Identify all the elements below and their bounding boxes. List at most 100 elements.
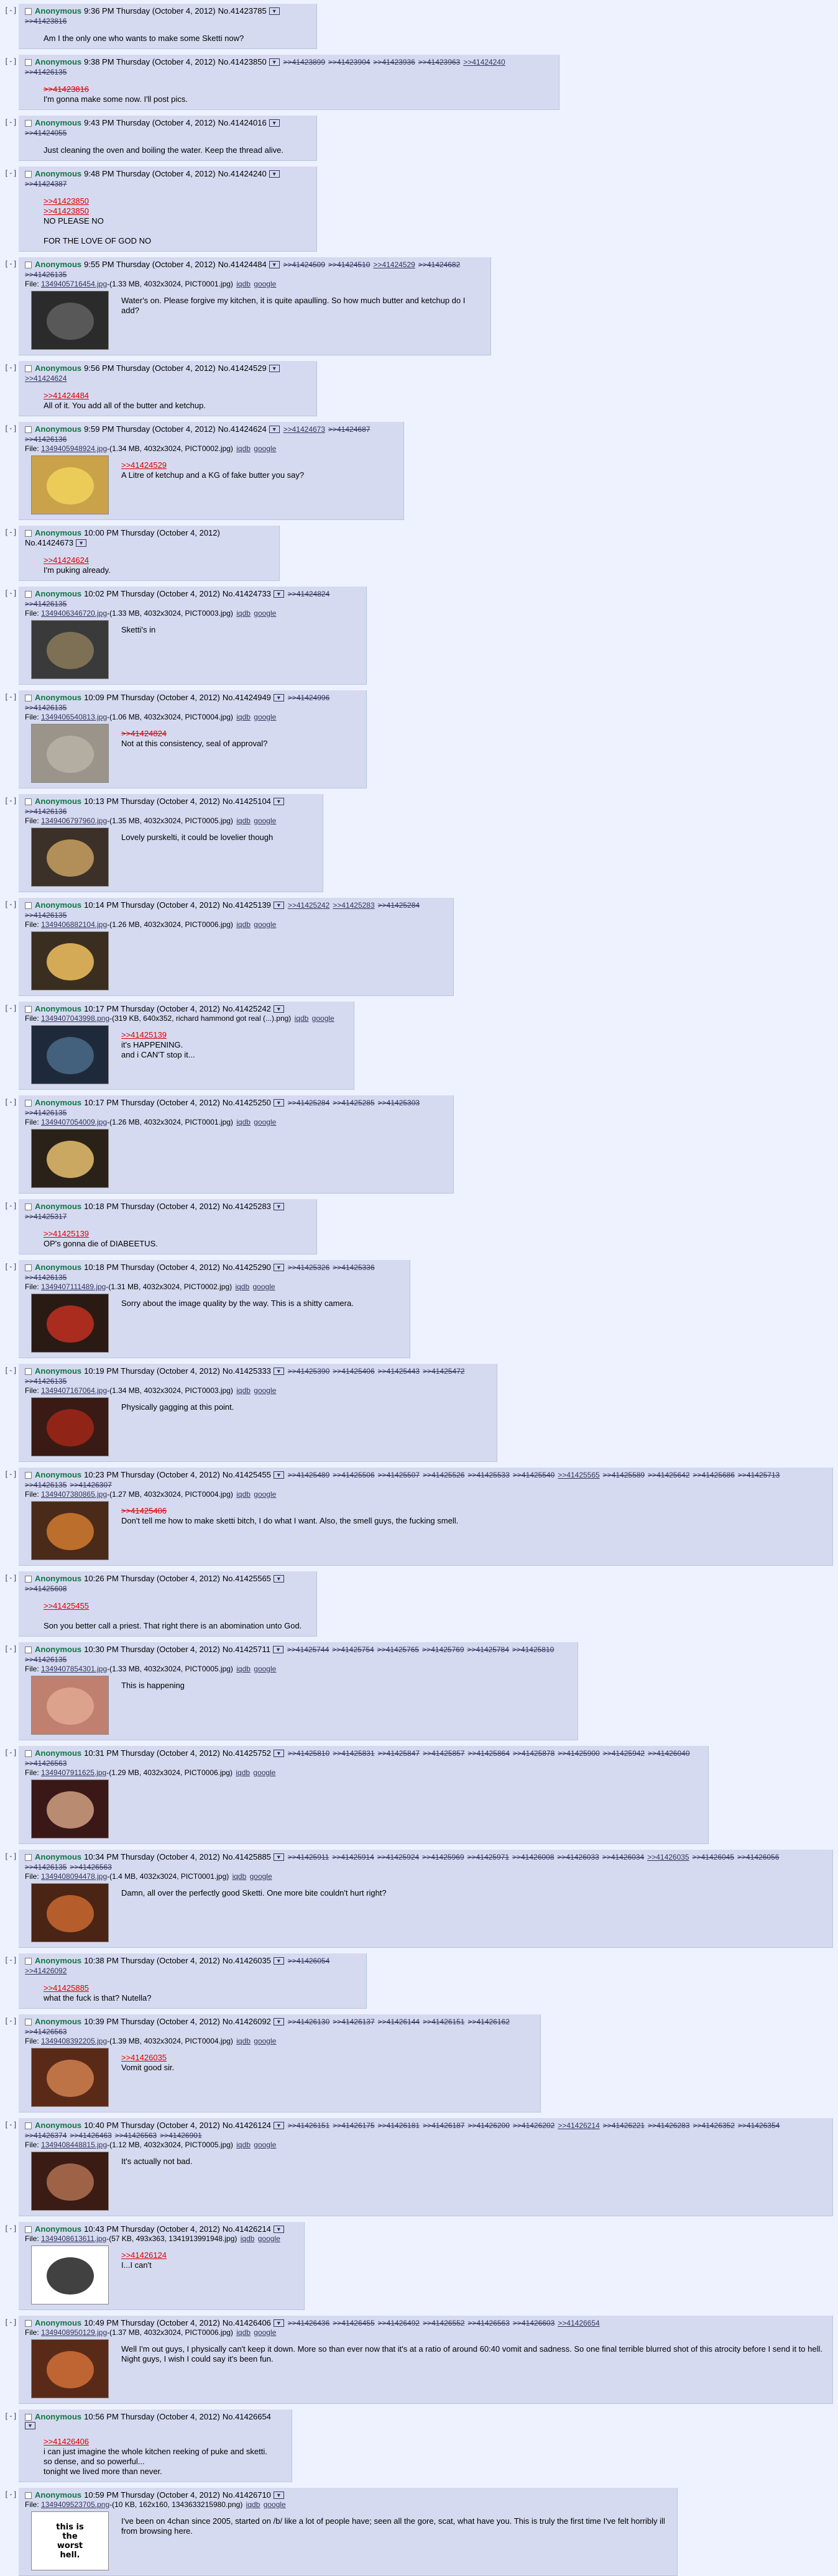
image-search-link[interactable]: google xyxy=(258,2234,280,2243)
collapse-toggle[interactable]: [ - ] xyxy=(0,794,19,805)
post-number[interactable]: No.41426214 xyxy=(223,2224,271,2234)
collapse-toggle[interactable]: [ - ] xyxy=(0,690,19,701)
backlink[interactable]: >>41426181 xyxy=(378,2121,420,2131)
collapse-toggle[interactable]: [ - ] xyxy=(0,1953,19,1964)
backlink[interactable]: >>41425303 xyxy=(378,1098,420,1108)
post-menu-button[interactable]: ▼ xyxy=(269,119,280,127)
collapse-toggle[interactable]: [ - ] xyxy=(0,1850,19,1860)
file-thumbnail[interactable] xyxy=(31,455,109,514)
backlink[interactable]: >>41426352 xyxy=(693,2121,735,2131)
select-checkbox[interactable] xyxy=(25,2018,32,2026)
post-menu-button[interactable]: ▼ xyxy=(273,2018,284,2026)
post-number[interactable]: No.41425290 xyxy=(223,1263,271,1272)
backlink[interactable]: >>41425526 xyxy=(423,1470,464,1480)
backlink[interactable]: >>41424996 xyxy=(288,693,329,703)
post-number[interactable]: No.41425565 xyxy=(223,1574,271,1584)
backlink[interactable]: >>41425942 xyxy=(603,1748,645,1758)
backlink[interactable]: >>41426202 xyxy=(513,2121,555,2131)
collapse-toggle[interactable]: [ - ] xyxy=(0,898,19,908)
post-number[interactable]: No.41426092 xyxy=(223,2017,271,2027)
backlink[interactable]: >>41426137 xyxy=(333,2017,374,2027)
quote-link[interactable]: >>41426035 xyxy=(121,2053,174,2063)
select-checkbox[interactable] xyxy=(25,1646,32,1653)
post-menu-button[interactable]: ▼ xyxy=(269,365,280,372)
image-search-link[interactable]: google xyxy=(254,2037,276,2045)
backlink[interactable]: >>41425489 xyxy=(288,1470,329,1480)
collapse-toggle[interactable]: [ - ] xyxy=(0,2316,19,2326)
post-number[interactable]: No.41424484 xyxy=(218,260,267,270)
select-checkbox[interactable] xyxy=(25,261,32,268)
collapse-toggle[interactable]: [ - ] xyxy=(0,2014,19,2025)
image-search-link[interactable]: iqdb xyxy=(236,1386,251,1395)
file-link[interactable]: 1349407111489.jpg xyxy=(41,1282,106,1291)
file-link[interactable]: 1349409523705.png xyxy=(41,2500,109,2509)
file-link[interactable]: 1349407911625.jpg xyxy=(41,1768,106,1777)
backlink[interactable]: >>41426374 xyxy=(25,2131,67,2140)
post-number[interactable]: No.41426654 xyxy=(223,2412,271,2422)
post-number[interactable]: No.41426406 xyxy=(223,2318,271,2328)
backlink[interactable]: >>41426307 xyxy=(70,1480,111,1490)
backlink[interactable]: >>41425406 xyxy=(333,1366,374,1376)
post-menu-button[interactable]: ▼ xyxy=(269,58,280,66)
backlink[interactable]: >>41426436 xyxy=(288,2318,329,2328)
backlink[interactable]: >>41425971 xyxy=(467,1852,509,1862)
backlink[interactable]: >>41423904 xyxy=(328,57,370,67)
file-link[interactable]: 1349407054009.jpg xyxy=(41,1118,107,1126)
post-menu-button[interactable]: ▼ xyxy=(269,7,280,15)
collapse-toggle[interactable]: [ - ] xyxy=(0,1571,19,1582)
backlink[interactable]: >>41423816 xyxy=(25,16,67,26)
backlink[interactable]: >>41426135 xyxy=(25,1480,67,1490)
post-menu-button[interactable]: ▼ xyxy=(269,170,280,178)
post-number[interactable]: No.41424016 xyxy=(218,118,267,128)
quote-link[interactable]: >>41425455 xyxy=(44,1601,310,1611)
collapse-toggle[interactable]: [ - ] xyxy=(0,116,19,126)
image-search-link[interactable]: iqdb xyxy=(246,2500,260,2509)
backlink[interactable]: >>41426135 xyxy=(25,1862,67,1872)
file-link[interactable]: 1349406346720.jpg xyxy=(41,609,107,618)
post-menu-button[interactable]: ▼ xyxy=(25,2422,35,2429)
select-checkbox[interactable] xyxy=(25,529,32,537)
backlink[interactable]: >>41425283 xyxy=(333,900,374,910)
image-search-link[interactable]: google xyxy=(253,1768,275,1777)
image-search-link[interactable]: google xyxy=(254,2140,276,2149)
select-checkbox[interactable] xyxy=(25,2226,32,2233)
image-search-link[interactable]: iqdb xyxy=(236,1768,250,1777)
post-menu-button[interactable]: ▼ xyxy=(273,2492,284,2499)
select-checkbox[interactable] xyxy=(25,694,32,701)
backlink[interactable]: >>41425284 xyxy=(378,900,420,910)
post-menu-button[interactable]: ▼ xyxy=(273,1203,284,1210)
backlink[interactable]: >>41425754 xyxy=(332,1645,374,1655)
image-search-link[interactable]: google xyxy=(254,713,276,721)
select-checkbox[interactable] xyxy=(25,1264,32,1271)
select-checkbox[interactable] xyxy=(25,1203,32,1210)
image-search-link[interactable]: google xyxy=(264,2500,286,2509)
backlink[interactable]: >>41426135 xyxy=(25,1108,67,1118)
file-thumbnail[interactable] xyxy=(31,828,109,887)
backlink[interactable]: >>41426144 xyxy=(378,2017,420,2027)
post-menu-button[interactable]: ▼ xyxy=(273,1750,284,1757)
backlink[interactable]: >>41425765 xyxy=(377,1645,419,1655)
file-link[interactable]: 1349407380865.jpg xyxy=(41,1490,107,1499)
quote-link[interactable]: >>41426124 xyxy=(121,2250,167,2260)
post-menu-button[interactable]: ▼ xyxy=(273,2319,284,2327)
select-checkbox[interactable] xyxy=(25,1750,32,1757)
post-number[interactable]: No.41424673 xyxy=(25,538,73,548)
backlink[interactable]: >>41426603 xyxy=(513,2318,555,2328)
file-link[interactable]: 1349407167064.jpg xyxy=(41,1386,107,1395)
backlink[interactable]: >>41426054 xyxy=(288,1956,329,1966)
file-link[interactable]: 1349406882104.jpg xyxy=(41,920,107,929)
image-search-link[interactable]: iqdb xyxy=(233,1872,247,1881)
backlink[interactable]: >>41426162 xyxy=(467,2017,509,2027)
backlink[interactable]: >>41424387 xyxy=(25,179,67,189)
backlink[interactable]: >>41426035 xyxy=(647,1852,689,1862)
post-number[interactable]: No.41425283 xyxy=(223,1202,271,1212)
image-search-link[interactable]: iqdb xyxy=(236,280,251,288)
backlink[interactable]: >>41426033 xyxy=(557,1852,599,1862)
post-number[interactable]: No.41425333 xyxy=(223,1366,271,1376)
collapse-toggle[interactable]: [ - ] xyxy=(0,1002,19,1012)
post-menu-button[interactable]: ▼ xyxy=(272,1646,283,1653)
post-menu-button[interactable]: ▼ xyxy=(273,1957,284,1965)
quote-link[interactable]: >>41423816 xyxy=(44,84,553,94)
backlink[interactable]: >>41425507 xyxy=(378,1470,420,1480)
file-thumbnail[interactable] xyxy=(31,1129,109,1188)
